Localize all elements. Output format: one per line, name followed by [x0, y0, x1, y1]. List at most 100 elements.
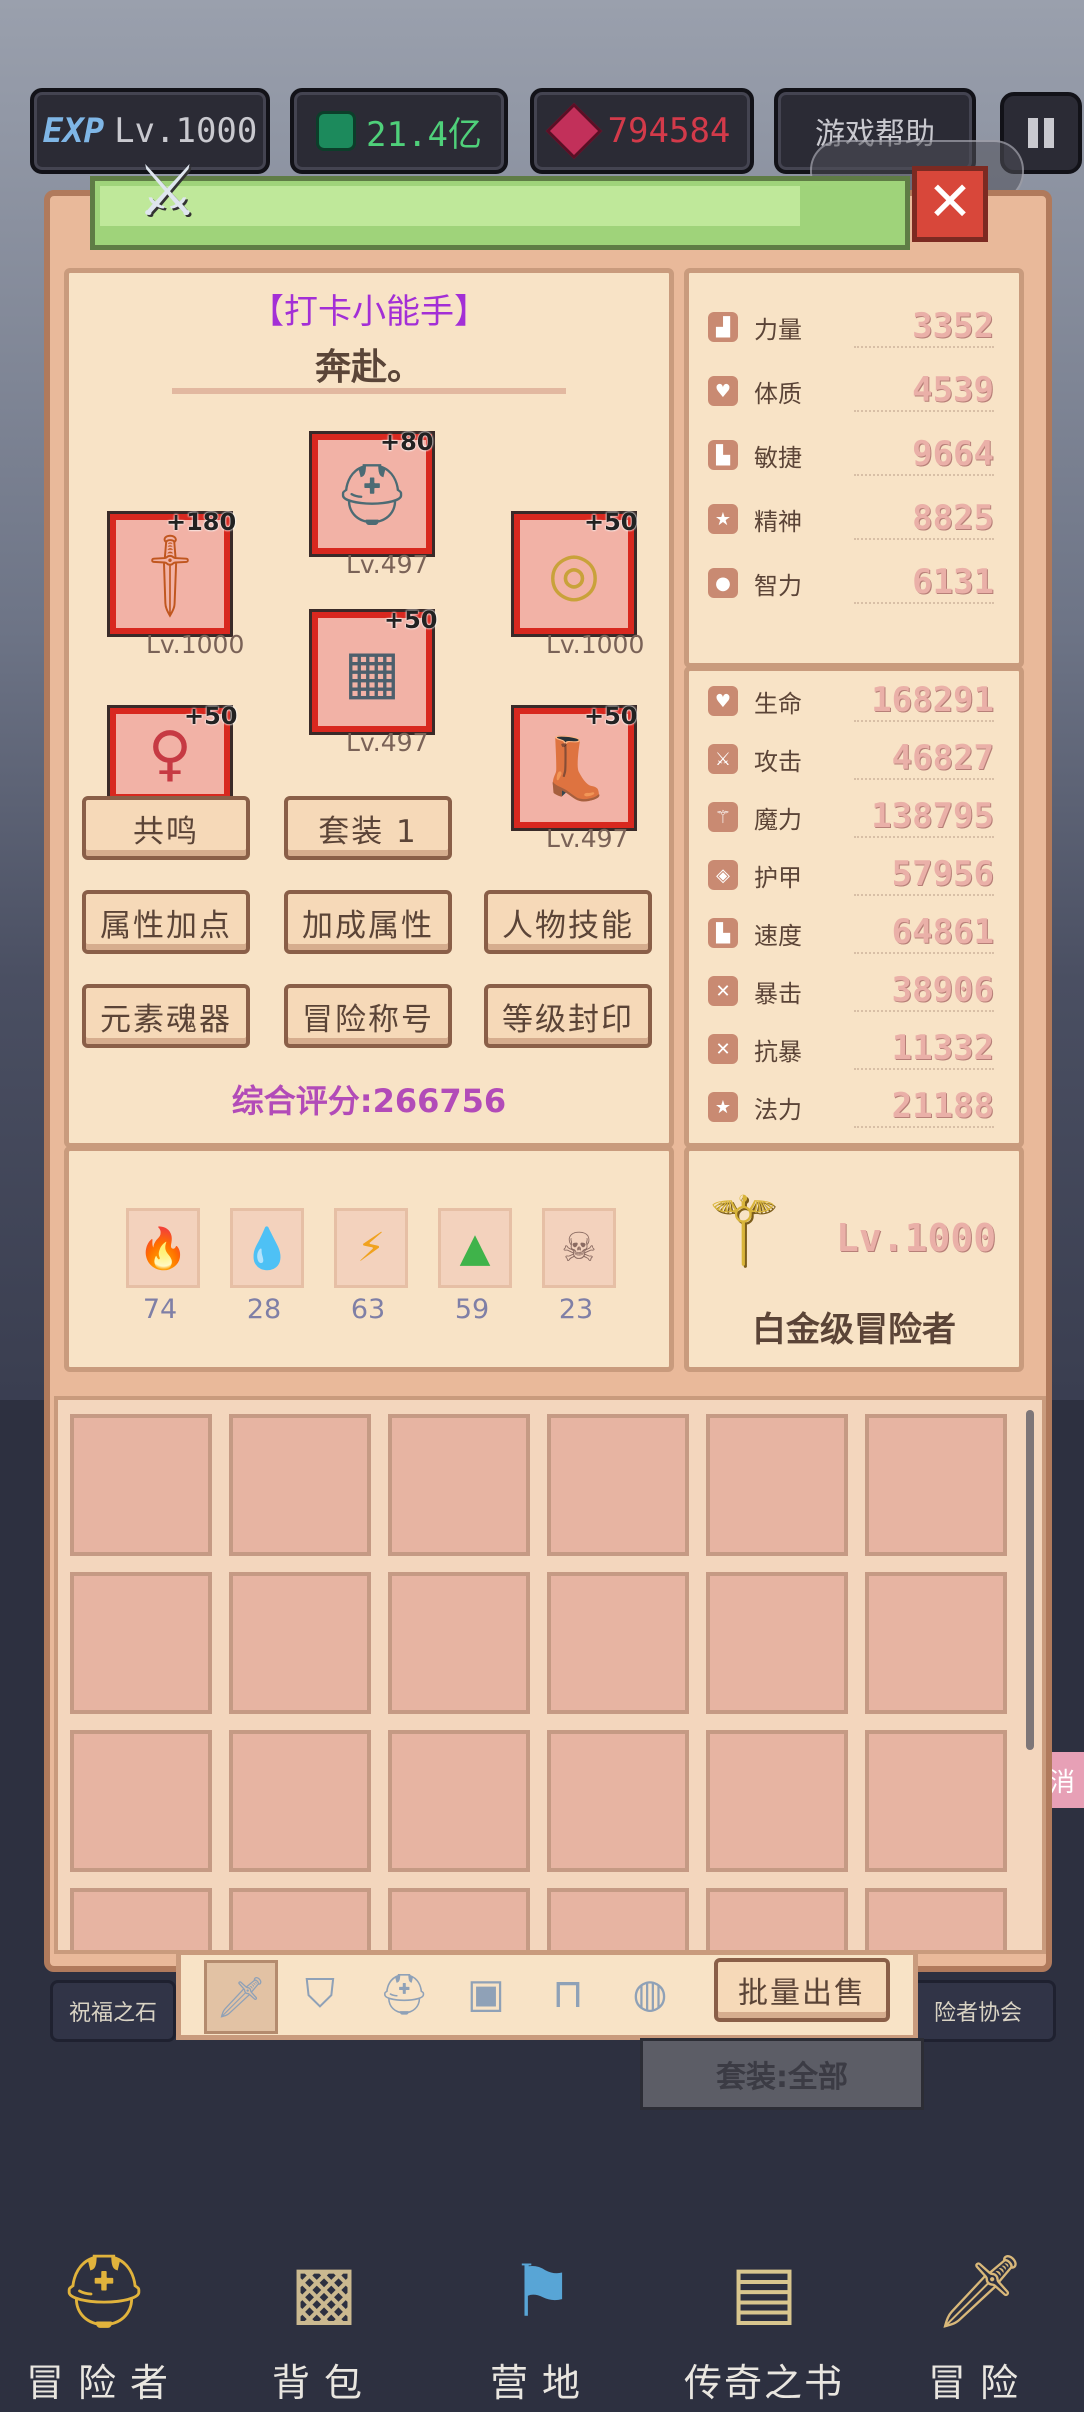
character-skills-button[interactable]: 人物技能	[484, 890, 652, 954]
inventory-slot[interactable]	[865, 1730, 1007, 1872]
emerald-icon	[316, 111, 357, 151]
inventory-slot[interactable]	[865, 1414, 1007, 1556]
red-currency-display: 794584	[530, 88, 754, 174]
tab-weapons[interactable]: 🗡	[204, 1960, 278, 2034]
inventory-slot[interactable]	[229, 1730, 371, 1872]
tab-armor[interactable]: ▣	[452, 1960, 520, 2028]
stat-health: ♥ 生命 168291	[708, 676, 994, 726]
skull-icon: ☠	[561, 1225, 597, 1271]
inventory-slot[interactable]	[388, 1888, 530, 1950]
nav-legend-book[interactable]: ▤ 传奇之书	[674, 2236, 854, 2407]
stat-label: 智力	[754, 571, 802, 600]
tab-accessories[interactable]: ⊓	[534, 1960, 602, 2028]
blessing-stone-label: 祝福之石	[68, 2001, 157, 2026]
stat-critical: ✕ 暴击 38906	[708, 966, 994, 1016]
level-seal-label: 等级封印	[502, 1001, 634, 1038]
stat-speed: ▙ 速度 64861	[708, 908, 994, 958]
inventory-slot[interactable]	[70, 1888, 212, 1950]
stat-crit-resist: ✕ 抗暴 11332	[708, 1024, 994, 1074]
level-seal-button[interactable]: 等级封印	[484, 984, 652, 1048]
shield-level: Lv.1000	[546, 630, 645, 659]
stat-strength: ▟ 力量 3352	[708, 302, 994, 352]
close-button[interactable]: ✕	[912, 166, 988, 242]
inventory-slot[interactable]	[229, 1888, 371, 1950]
inventory-slot[interactable]	[70, 1730, 212, 1872]
bulk-sell-button[interactable]: 批量出售	[714, 1958, 890, 2022]
set-filter-dropdown[interactable]: 套装:全部	[640, 2038, 924, 2110]
amulet-plus: +50	[184, 702, 238, 730]
water-icon: 💧	[242, 1225, 292, 1272]
weapon-plus: +180	[166, 508, 237, 536]
blessing-stone-button[interactable]: 祝福之石	[50, 1980, 176, 2042]
bulk-sell-label: 批量出售	[738, 1976, 866, 2011]
nav-backpack[interactable]: ▩ 背包	[234, 2236, 414, 2407]
resonance-button[interactable]: 共鸣	[82, 796, 250, 860]
inventory-slot[interactable]	[547, 1414, 689, 1556]
strength-icon: ▟	[708, 312, 738, 342]
inventory-slot[interactable]	[547, 1572, 689, 1714]
stat-value: 38906	[854, 970, 994, 1012]
tab-shields[interactable]: ⛉	[286, 1960, 354, 2028]
nav-adventure[interactable]: 🗡 冒险	[890, 2236, 1070, 2407]
inventory-slot[interactable]	[865, 1572, 1007, 1714]
backpack-icon: ▩	[289, 2249, 359, 2333]
inventory-slot[interactable]	[547, 1888, 689, 1950]
stat-label: 生命	[754, 689, 802, 718]
dark-element[interactable]: ☠	[542, 1208, 616, 1288]
inventory-slot[interactable]	[388, 1572, 530, 1714]
inventory-slot[interactable]	[229, 1572, 371, 1714]
stat-value: 57956	[854, 854, 994, 896]
inventory-slot[interactable]	[388, 1414, 530, 1556]
attribute-points-button[interactable]: 属性加点	[82, 890, 250, 954]
bonus-attributes-button[interactable]: 加成属性	[284, 890, 452, 954]
inventory-slot[interactable]	[706, 1888, 848, 1950]
tab-helmets[interactable]: ⛑	[370, 1960, 438, 2028]
stat-intelligence: ● 智力 6131	[708, 558, 994, 608]
rank-title: 白金级冒险者	[752, 1310, 956, 1350]
overall-score: 综合评分:266756	[231, 1082, 507, 1120]
set-button[interactable]: 套装 1	[284, 796, 452, 860]
star-icon: ★	[708, 504, 738, 534]
stat-value: 11332	[854, 1028, 994, 1070]
earth-element[interactable]: ▲	[438, 1208, 512, 1288]
inventory-slot[interactable]	[547, 1730, 689, 1872]
sword-icon: 🗡	[215, 1974, 267, 2021]
stat-magic: ⚚ 魔力 138795	[708, 792, 994, 842]
adventure-title-button[interactable]: 冒险称号	[284, 984, 452, 1048]
inventory-slot[interactable]	[70, 1572, 212, 1714]
nav-adventurer[interactable]: ⛑ 冒险者	[14, 2236, 194, 2407]
adventurer-guild-button[interactable]: 险者协会	[900, 1980, 1056, 2042]
inventory-slot[interactable]	[388, 1730, 530, 1872]
helmet-plus: +80	[380, 428, 434, 456]
green-currency-display: 21.4亿	[290, 88, 508, 174]
nav-legend-book-label: 传奇之书	[683, 2361, 844, 2405]
inventory-slot[interactable]	[706, 1572, 848, 1714]
inventory-slot[interactable]	[229, 1414, 371, 1556]
inventory-scrollbar[interactable]	[1026, 1410, 1034, 1750]
element-soul-label: 元素魂器	[100, 1001, 232, 1038]
player-level: Lv.1000	[114, 111, 258, 151]
nav-camp[interactable]: ⚑ 营地	[452, 2236, 632, 2407]
stat-attack: ⚔ 攻击 46827	[708, 734, 994, 784]
stat-label: 护甲	[754, 863, 802, 892]
stat-label: 攻击	[754, 747, 802, 776]
inventory-slot[interactable]	[706, 1414, 848, 1556]
stat-value: 168291	[854, 680, 994, 722]
water-element[interactable]: 💧	[230, 1208, 304, 1288]
inventory-slot[interactable]	[865, 1888, 1007, 1950]
tab-rings[interactable]: ◍	[616, 1960, 684, 2028]
inventory-slot[interactable]	[70, 1414, 212, 1556]
element-soul-button[interactable]: 元素魂器	[82, 984, 250, 1048]
lightning-element[interactable]: ⚡	[334, 1208, 408, 1288]
dark-element-value: 23	[558, 1294, 594, 1325]
sword-icon: 🗡	[118, 522, 223, 627]
earth-element-value: 59	[454, 1294, 490, 1325]
shield-plus: +50	[584, 508, 638, 536]
camp-banner-icon: ⚑	[509, 2249, 575, 2333]
inventory-slot[interactable]	[706, 1730, 848, 1872]
helmet-icon: ⛑	[378, 1971, 430, 2018]
set-filter-label: 套装:全部	[716, 2060, 848, 2095]
crossed-swords-icon: ⚔	[136, 150, 199, 232]
resonance-label: 共鸣	[133, 813, 199, 850]
fire-element[interactable]: 🔥	[126, 1208, 200, 1288]
